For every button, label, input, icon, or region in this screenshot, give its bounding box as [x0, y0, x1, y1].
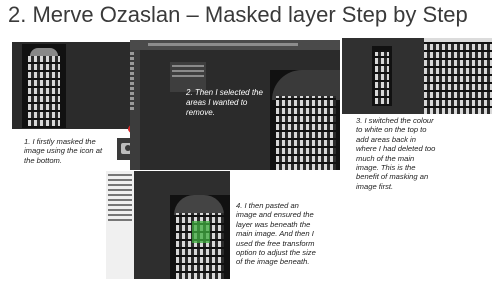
masked-area-green — [192, 221, 210, 243]
screenshot-paste-image — [106, 171, 230, 279]
caption-step3: 3. I switched the colour to white on the… — [356, 116, 436, 191]
caption-step4: 4. I then pasted an image and ensured th… — [236, 201, 316, 267]
caption-step1: 1. I firstly masked the image using the … — [24, 137, 103, 165]
ps-menu-open — [106, 171, 134, 279]
tower-photo — [22, 44, 66, 128]
caption-step2: 2. Then I selected the areas I wanted to… — [186, 88, 263, 117]
building-with-mask — [170, 195, 230, 279]
tower-small — [372, 46, 392, 106]
page-title: 2. Merve Ozaslan – Masked layer Step by … — [8, 2, 468, 27]
tool-panel-2 — [130, 50, 140, 170]
building-closeup — [424, 38, 492, 114]
building-photo — [270, 70, 340, 170]
screenshot-white-colour — [342, 38, 492, 114]
ps-menubar — [130, 40, 340, 50]
